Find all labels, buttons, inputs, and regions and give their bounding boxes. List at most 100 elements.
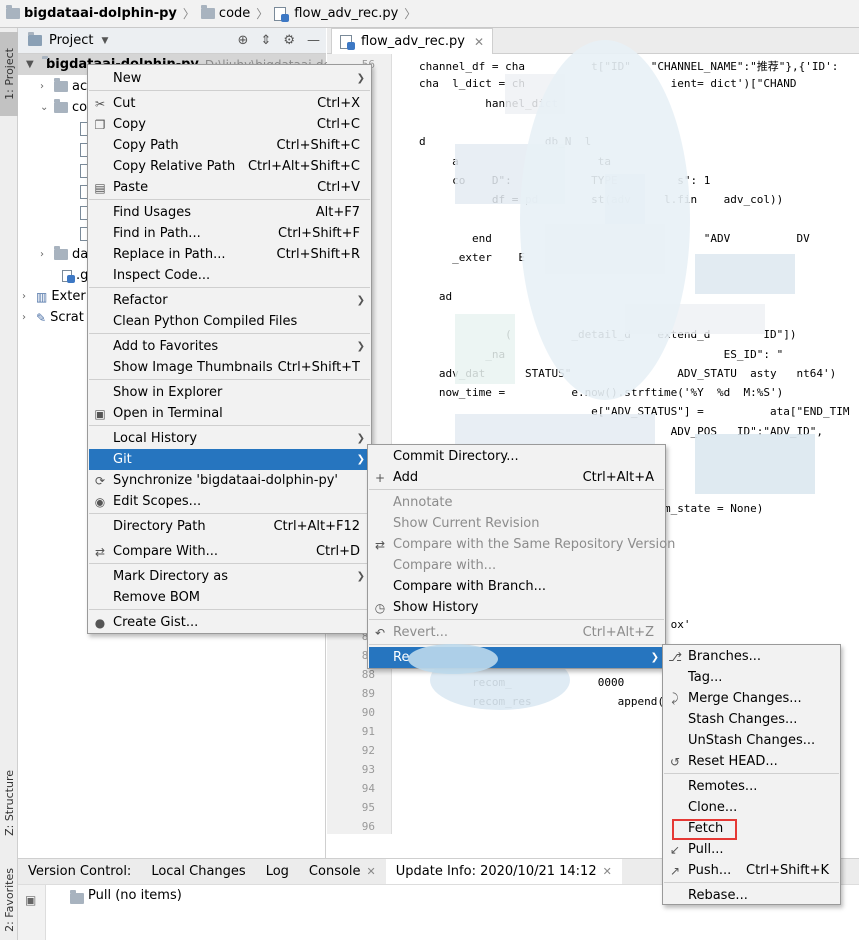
context-menu: New ❯ ✂ Cut Ctrl+X ❐ Copy Ctrl+C Copy Path Ctrl+S… [87, 64, 372, 634]
tree-item[interactable]: › da [40, 244, 88, 265]
menu-item-pull[interactable]: ↙ Pull... [664, 839, 839, 860]
chevron-right-icon: ❯ [356, 433, 365, 444]
scissors-icon: ✂ [94, 96, 106, 111]
menu-item-directory-path[interactable]: Directory Path Ctrl+Alt+F12 [89, 516, 370, 537]
menu-item-label: Show Image Thumbnails [113, 360, 273, 375]
folder-icon [70, 890, 84, 904]
folder-icon [54, 78, 68, 92]
menu-item-reset-head[interactable]: ↺ Reset HEAD... [664, 751, 839, 772]
tab-update-info[interactable]: Update Info: 2020/10/21 14:12 ✕ [385, 858, 622, 885]
menu-item-shortcut: Ctrl+Alt+A [582, 470, 654, 485]
menu-item-show-image-thumbnails[interactable]: Show Image Thumbnails Ctrl+Shift+T [89, 357, 370, 378]
menu-item-cut[interactable]: ✂ Cut Ctrl+X [89, 93, 370, 114]
file-icon [62, 269, 75, 283]
menu-item-label: Push... [688, 863, 732, 878]
menu-item-remove-bom[interactable]: Remove BOM [89, 587, 370, 608]
tree-item[interactable]: › ▥ Exter [22, 286, 86, 307]
menu-item-replace-in-path[interactable]: Replace in Path... Ctrl+Shift+R [89, 244, 370, 265]
menu-item-copy-relative-path[interactable]: Copy Relative Path Ctrl+Alt+Shift+C [89, 156, 370, 177]
menu-item-open-in-terminal[interactable]: ▣ Open in Terminal [89, 403, 370, 424]
menu-item-find-usages[interactable]: Find Usages Alt+F7 [89, 202, 370, 223]
menu-item-shortcut: Alt+F7 [315, 205, 360, 220]
menu-separator [89, 513, 370, 514]
menu-item-refactor[interactable]: Refactor ❯ [89, 290, 370, 311]
collapse-icon[interactable]: ⇕ [260, 33, 271, 48]
chevron-down-icon[interactable]: ▼ [26, 59, 34, 70]
locate-icon[interactable]: ⊕ [238, 33, 249, 48]
menu-item-add-to-favorites[interactable]: Add to Favorites ❯ [89, 336, 370, 357]
breadcrumb-project[interactable]: bigdataai-dolphin-py [6, 5, 177, 21]
menu-separator [664, 773, 839, 774]
menu-item-stash-changes[interactable]: Stash Changes... [664, 709, 839, 730]
close-icon[interactable]: ✕ [603, 865, 612, 878]
menu-item-clean-python-compiled-files[interactable]: Clean Python Compiled Files [89, 311, 370, 332]
library-icon: ▥ [36, 289, 48, 304]
menu-item-edit-scopes[interactable]: ◉ Edit Scopes... [89, 491, 370, 512]
menu-item-create-gist[interactable]: ● Create Gist... [89, 612, 370, 633]
menu-item-rebase[interactable]: Rebase... [664, 885, 839, 906]
menu-separator [664, 882, 839, 883]
menu-item-clone[interactable]: Clone... [664, 797, 839, 818]
tab-structure[interactable]: Z: Structure [0, 758, 18, 848]
breadcrumb-file[interactable]: flow_adv_rec.py [274, 6, 398, 22]
menu-separator [89, 609, 370, 610]
menu-item-git[interactable]: Git ❯ [89, 449, 370, 470]
menu-item-compare-with-branch[interactable]: Compare with Branch... [369, 576, 664, 597]
menu-item-tag[interactable]: Tag... [664, 667, 839, 688]
revert-icon: ↶ [374, 625, 386, 640]
menu-item-push[interactable]: ↗ Push... Ctrl+Shift+K [664, 860, 839, 881]
menu-item-branches[interactable]: ⎇ Branches... [664, 646, 839, 667]
tab-flow-adv-rec[interactable]: flow_adv_rec.py ✕ [331, 28, 494, 54]
redaction-mosaic [695, 254, 795, 294]
menu-item-find-in-path[interactable]: Find in Path... Ctrl+Shift+F [89, 223, 370, 244]
pin-icon[interactable]: ▣ [25, 893, 36, 907]
history-icon: ◷ [374, 600, 386, 615]
menu-item-local-history[interactable]: Local History ❯ [89, 428, 370, 449]
close-icon[interactable]: ✕ [367, 865, 376, 878]
menu-item-unstash-changes[interactable]: UnStash Changes... [664, 730, 839, 751]
tab-log[interactable]: Log [256, 859, 299, 885]
tab-favorites[interactable]: 2: Favorites [0, 860, 18, 940]
breadcrumb-folder[interactable]: code [200, 5, 250, 21]
menu-item-copy-path[interactable]: Copy Path Ctrl+Shift+C [89, 135, 370, 156]
menu-item-compare-with[interactable]: ⇄ Compare With... Ctrl+D [89, 541, 370, 562]
tab-local-changes[interactable]: Local Changes [141, 859, 255, 885]
tree-item[interactable]: ⌄ co [40, 97, 87, 118]
menu-item-paste[interactable]: ▤ Paste Ctrl+V [89, 177, 370, 198]
tab-console[interactable]: Console ✕ [299, 859, 386, 885]
menu-item-label: New [113, 71, 142, 86]
gear-icon[interactable]: ⚙ [283, 33, 295, 48]
pull-node[interactable]: Pull (no items) [88, 888, 182, 903]
menu-item-inspect-code[interactable]: Inspect Code... [89, 265, 370, 286]
branch-icon: ⎇ [668, 649, 682, 664]
tab-project[interactable]: 1: Project [0, 32, 18, 116]
menu-item-label: Clone... [688, 800, 738, 815]
menu-item-synchronize-bigdataai-dolphin-py[interactable]: ⟳ Synchronize 'bigdataai-dolphin-py' [89, 470, 370, 491]
menu-item-shortcut: Ctrl+Shift+C [276, 138, 360, 153]
menu-item-shortcut: Ctrl+Shift+R [276, 247, 361, 262]
menu-item-label: UnStash Changes... [688, 733, 816, 748]
menu-item-mark-directory-as[interactable]: Mark Directory as ❯ [89, 566, 370, 587]
folder-icon [54, 99, 68, 113]
menu-separator [89, 333, 370, 334]
menu-item-copy[interactable]: ❐ Copy Ctrl+C [89, 114, 370, 135]
menu-item-add[interactable]: + Add Ctrl+Alt+A [369, 467, 664, 488]
menu-item-show-history[interactable]: ◷ Show History [369, 597, 664, 618]
tree-item[interactable]: › ✎ Scrat [22, 307, 84, 328]
menu-item-label: Tag... [688, 670, 723, 685]
menu-item-new[interactable]: New ❯ [89, 68, 370, 89]
menu-item-merge-changes[interactable]: ⤸ Merge Changes... [664, 688, 839, 709]
menu-item-revert: ↶ Revert... Ctrl+Alt+Z [369, 622, 664, 643]
tree-item[interactable]: › ac [40, 76, 87, 97]
hide-icon[interactable]: — [307, 33, 320, 48]
project-view-selector[interactable]: Project [49, 33, 93, 48]
menu-item-label: Clean Python Compiled Files [113, 314, 298, 329]
compare-icon: ⇄ [94, 544, 106, 559]
menu-item-label: Revert... [393, 625, 448, 640]
chevron-down-icon[interactable]: ▼ [101, 36, 108, 46]
close-icon[interactable]: ✕ [474, 35, 484, 49]
menu-item-show-in-explorer[interactable]: Show in Explorer [89, 382, 370, 403]
menu-item-remotes[interactable]: Remotes... [664, 776, 839, 797]
menu-item-commit-directory[interactable]: Commit Directory... [369, 446, 664, 467]
menu-item-label: Paste [113, 180, 149, 195]
